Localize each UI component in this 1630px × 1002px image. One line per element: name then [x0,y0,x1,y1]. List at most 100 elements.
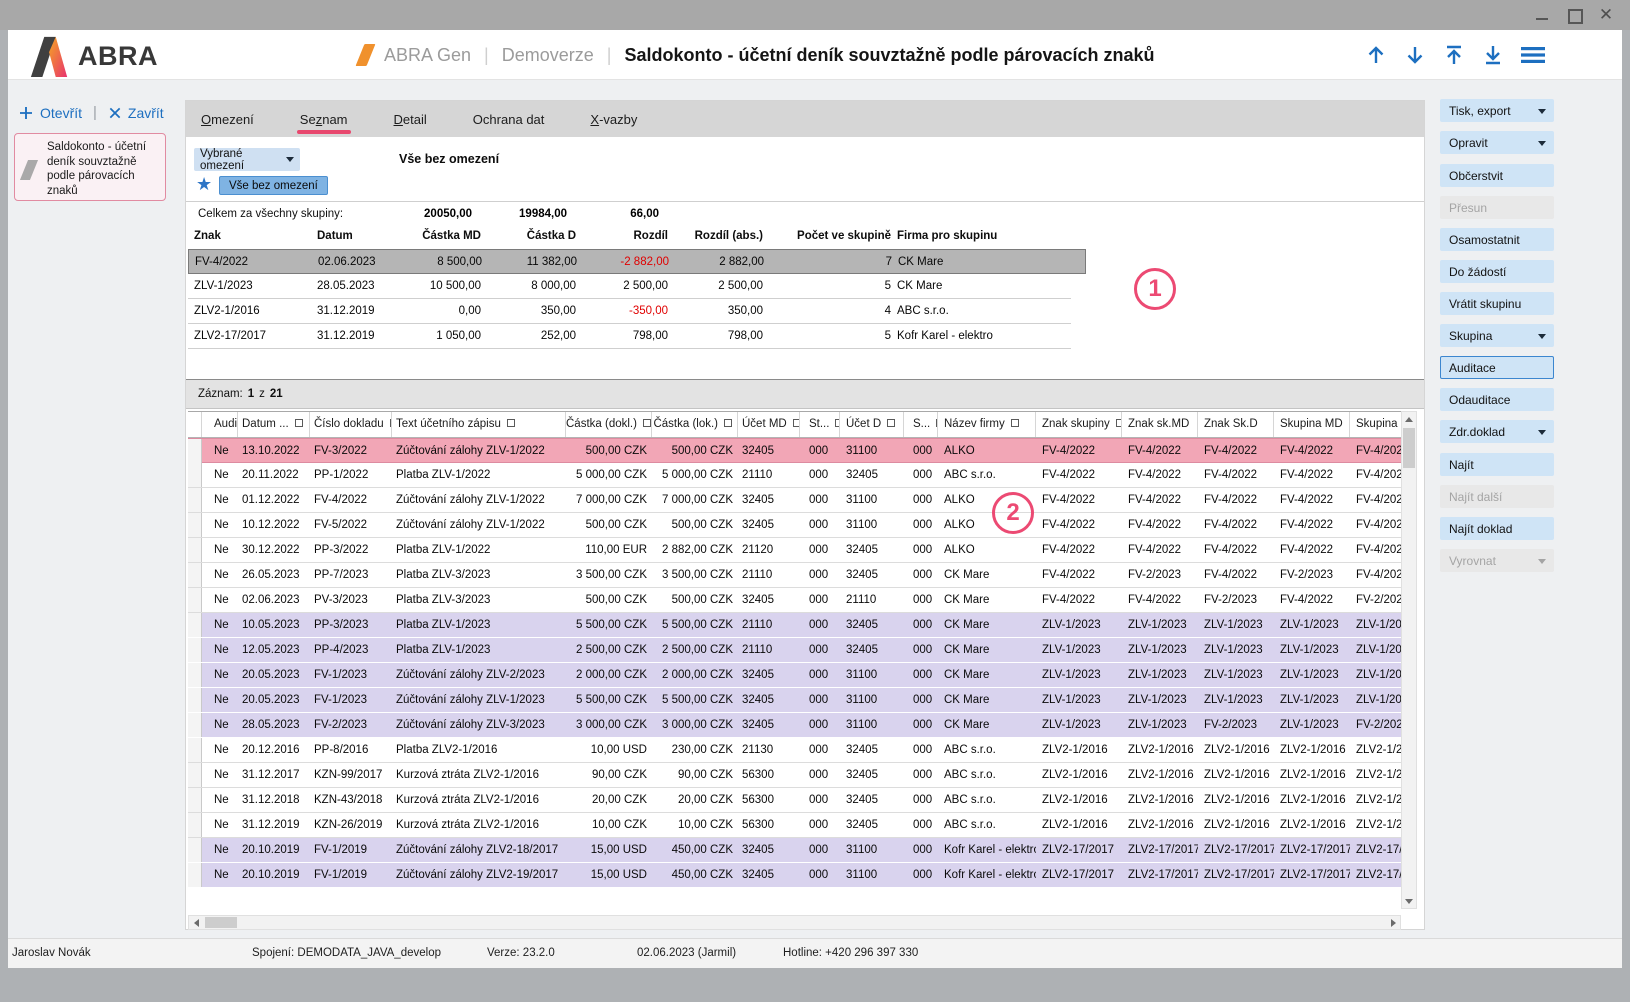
minimize-icon[interactable] [1534,7,1550,23]
column-header-cislo-dokladu[interactable]: Číslo dokladu [310,412,392,437]
vertical-scroll-thumb[interactable] [1403,428,1415,468]
group-row[interactable]: ZLV2-1/201631.12.20190,00350,00-350,0035… [188,299,1071,324]
journal-row[interactable]: Ne12.05.2023PP-4/2023Platba ZLV-1/20232 … [188,638,1401,663]
tab-omezeni[interactable]: Omezení [201,101,254,137]
cell: 000 [800,538,840,562]
scroll-up-icon[interactable] [1402,412,1416,426]
column-header-st[interactable]: St... [800,412,840,437]
group-row[interactable]: FV-4/202202.06.20238 500,0011 382,00-2 8… [188,249,1086,274]
journal-row[interactable]: Ne28.05.2023FV-2/2023Zúčtování zálohy ZL… [188,713,1401,738]
journal-row[interactable]: Ne20.11.2022PP-1/2022Platba ZLV-1/20225 … [188,463,1401,488]
filter-box-icon[interactable] [507,419,515,427]
close-tab-button[interactable]: Zavřít [108,105,164,121]
journal-row[interactable]: Ne20.12.2016PP-8/2016Platba ZLV2-1/20161… [188,738,1401,763]
menu-icon[interactable] [1520,44,1546,66]
status-hotline: Hotline: +420 296 397 330 [783,947,918,959]
tisk-export-button[interactable]: Tisk, export [1440,99,1554,122]
open-agenda-card[interactable]: Saldokonto - účetní deník souvztažně pod… [14,133,166,201]
column-header-castka-lok[interactable]: Částka (lok.) [652,412,738,437]
filter-box-icon[interactable] [887,419,895,427]
favorite-star-icon[interactable]: ★ [196,173,212,195]
journal-row[interactable]: Ne13.10.2022FV-3/2022Zúčtování zálohy ZL… [188,438,1401,463]
cell: ABC s.r.o. [938,763,1036,787]
column-header-znak[interactable]: Znak [188,224,313,249]
column-header-text-ucetniho-zapisu[interactable]: Text účetního zápisu [392,412,566,437]
open-button[interactable]: Otevřít [18,105,82,121]
horizontal-scroll-thumb[interactable] [205,917,237,928]
column-header-firma-pro-skupinu[interactable]: Firma pro skupinu [893,224,1071,249]
column-header-castka-md[interactable]: Částka MD [391,224,486,249]
zdr-doklad-button[interactable]: Zdr.doklad [1440,420,1554,443]
move-last-icon[interactable] [1481,43,1505,67]
column-header-rozdil[interactable]: Rozdíl [581,224,673,249]
odauditace-button[interactable]: Odauditace [1440,388,1554,411]
najit-button[interactable]: Najít [1440,453,1554,476]
move-down-icon[interactable] [1403,43,1427,67]
journal-row[interactable]: Ne26.05.2023PP-7/2023Platba ZLV-3/20233 … [188,563,1401,588]
journal-row[interactable]: Ne31.12.2018KZN-43/2018Kurzová ztráta ZL… [188,788,1401,813]
horizontal-scrollbar[interactable] [188,915,1401,930]
cell: ALKO [938,538,1036,562]
window-titlebar[interactable]: ✕ [0,0,1630,30]
skupina-button[interactable]: Skupina [1440,324,1554,347]
group-row[interactable]: ZLV2-17/201731.12.20191 050,00252,00798,… [188,324,1071,349]
journal-row[interactable]: Ne20.05.2023FV-1/2023Zúčtování zálohy ZL… [188,663,1401,688]
najit-doklad-button[interactable]: Najít doklad [1440,517,1554,540]
tab-seznam[interactable]: Seznam [300,101,348,137]
filter-box-icon[interactable] [793,419,800,427]
journal-row[interactable]: Ne20.10.2019FV-1/2019Zúčtování zálohy ZL… [188,863,1401,888]
scroll-right-icon[interactable] [1386,916,1400,930]
column-header-castka-d[interactable]: Částka D [486,224,581,249]
filter-box-icon[interactable] [643,419,651,427]
journal-row[interactable]: Ne31.12.2019KZN-26/2019Kurzová ztráta ZL… [188,813,1401,838]
filter-box-icon[interactable] [295,419,303,427]
button-group: ObčerstvitPřesunOsamostatnitDo žádostíVr… [1440,164,1554,443]
journal-row[interactable]: Ne30.12.2022PP-3/2022Platba ZLV-1/202211… [188,538,1401,563]
column-header-znak-sk-d[interactable]: Znak Sk.D [1198,412,1274,437]
auditace-button[interactable]: Auditace [1440,356,1554,379]
scroll-down-icon[interactable] [1402,894,1416,908]
column-header-znak-sk-md[interactable]: Znak sk.MD [1122,412,1198,437]
vratit-skupinu-button[interactable]: Vrátit skupinu [1440,292,1554,315]
tab-x-vazby[interactable]: X-vazby [590,101,637,137]
do-zadosti-button[interactable]: Do žádostí [1440,260,1554,283]
column-header-s[interactable]: S... [904,412,938,437]
vertical-scrollbar[interactable] [1401,411,1417,909]
osamostatnit-button[interactable]: Osamostatnit [1440,228,1554,251]
column-header-datum[interactable]: Datum ... [238,412,310,437]
scroll-left-icon[interactable] [189,916,203,930]
column-header-rozdil-abs[interactable]: Rozdíl (abs.) [673,224,768,249]
close-icon[interactable]: ✕ [1598,7,1614,23]
tab-ochrana-dat[interactable]: Ochrana dat [473,101,545,137]
opravit-button[interactable]: Opravit [1440,131,1554,154]
journal-row[interactable]: Ne20.10.2019FV-1/2019Zúčtování zálohy ZL… [188,838,1401,863]
maximize-icon[interactable] [1566,7,1582,23]
column-header-ucet-md[interactable]: Účet MD [738,412,800,437]
group-row[interactable]: ZLV-1/202328.05.202310 500,008 000,002 5… [188,274,1071,299]
filter-box-icon[interactable] [1011,419,1019,427]
column-header-castka-dokl[interactable]: Částka (dokl.) [566,412,652,437]
column-header-znak-skupiny[interactable]: Znak skupiny [1036,412,1122,437]
column-header-audit[interactable]: Audit [202,412,238,437]
journal-row[interactable]: Ne20.05.2023FV-1/2023Zúčtování zálohy ZL… [188,688,1401,713]
column-header-ucet-d[interactable]: Účet D [840,412,904,437]
journal-row[interactable]: Ne02.06.2023PV-3/2023Platba ZLV-3/202350… [188,588,1401,613]
filter-box-icon[interactable] [724,419,732,427]
column-header-nazev-firmy[interactable]: Název firmy [938,412,1036,437]
journal-row[interactable]: Ne01.12.2022FV-4/2022Zúčtování zálohy ZL… [188,488,1401,513]
journal-row[interactable]: Ne31.12.2017KZN-99/2017Kurzová ztráta ZL… [188,763,1401,788]
journal-row[interactable]: Ne10.05.2023PP-3/2023Platba ZLV-1/20235 … [188,613,1401,638]
move-up-icon[interactable] [1364,43,1388,67]
tab-detail[interactable]: Detail [394,101,427,137]
column-header-skupina-d[interactable]: Skupina D [1350,412,1401,437]
cell: Zúčtování zálohy ZLV-1/2023 [392,688,566,712]
column-header-datum[interactable]: Datum [313,224,391,249]
obcerstvit-button[interactable]: Občerstvit [1440,164,1554,187]
column-header-skupina-md[interactable]: Skupina MD [1274,412,1350,437]
restriction-chip[interactable]: Vše bez omezení [219,176,328,195]
move-first-icon[interactable] [1442,43,1466,67]
restriction-select[interactable]: Vybrané omezení [194,148,300,171]
journal-row[interactable]: Ne10.12.2022FV-5/2022Zúčtování zálohy ZL… [188,513,1401,538]
cell: FV-4/2022 [1198,463,1274,487]
column-header-pocet-ve-skupine[interactable]: Počet ve skupině [768,224,893,249]
